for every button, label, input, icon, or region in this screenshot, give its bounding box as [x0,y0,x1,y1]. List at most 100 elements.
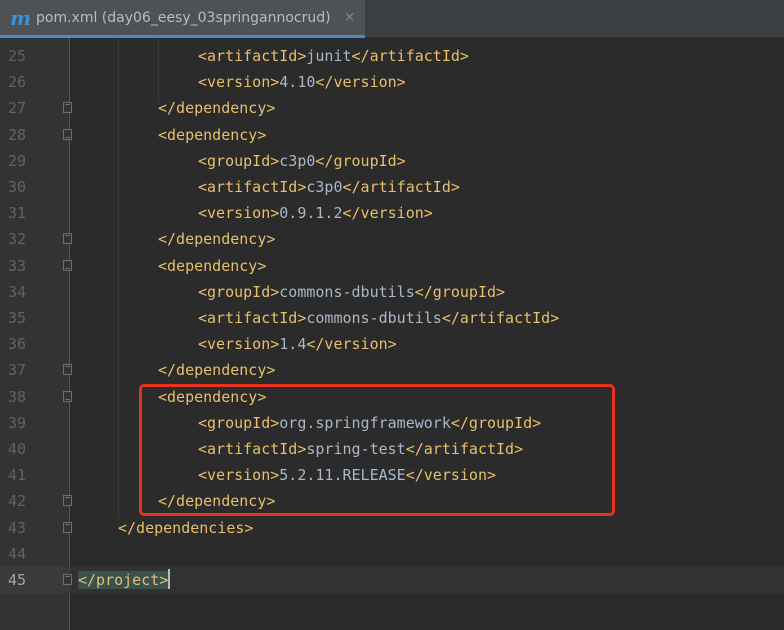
xml-value: commons-dbutils [306,309,442,327]
xml-tag: </artifactId> [351,47,469,65]
line-number: 45 [7,571,26,589]
fold-marker-icon[interactable] [63,128,72,140]
fold-marker-icon[interactable] [63,521,72,533]
line-number: 30 [7,178,26,196]
xml-tag: </artifactId> [441,309,560,327]
code-text: <artifactId>commons-dbutils</artifactId> [198,305,559,331]
code-line: 43 </dependencies> [0,515,784,541]
code-text: <version>1.4</version> [198,331,397,357]
code-line: 37 </dependency> [0,357,784,383]
line-number: 26 [7,73,26,92]
fold-marker-icon[interactable] [63,495,72,507]
line-number: 40 [7,440,26,458]
fold-marker-icon[interactable] [63,259,72,271]
xml-tag: </groupId> [414,282,506,301]
code-line: 30 <artifactId>c3p0</artifactId> [0,174,784,200]
xml-tag: </dependency> [158,361,276,380]
line-number: 35 [7,309,26,327]
xml-value: c3p0 [306,178,343,196]
xml-tag: </artifactId> [342,178,460,196]
code-text: <artifactId>c3p0</artifactId> [198,174,460,200]
code-text: </project> [78,567,171,593]
xml-tag: </dependency> [158,230,276,249]
xml-tag: </project> [78,571,169,589]
line-number: 31 [7,204,26,223]
line-number: 44 [7,544,26,563]
code-line: 26 <version>4.10</version> [0,69,784,95]
xml-tag: <artifactId> [198,309,307,327]
xml-tag: <version> [198,204,280,223]
line-number: 42 [7,492,26,511]
tab-pom-xml[interactable]: m pom.xml (day06_eesy_03springannocrud) … [0,0,365,38]
code-line: 44 [0,541,784,567]
code-line: 31 <version>0.9.1.2</version> [0,200,784,226]
code-line: 33 <dependency> [0,253,784,279]
xml-tag: <artifactId> [198,178,307,196]
xml-value: 0.9.1.2 [279,204,343,223]
xml-tag: <dependency> [158,256,267,275]
editor-tab-bar: m pom.xml (day06_eesy_03springannocrud) … [0,0,784,38]
code-text: </dependencies> [118,515,253,541]
code-line: 27 </dependency> [0,95,784,121]
line-number: 41 [7,466,26,485]
code-line: 35 <artifactId>commons-dbutils</artifactI… [0,305,784,331]
xml-tag: </version> [342,204,433,223]
fold-marker-icon[interactable] [63,390,72,402]
xml-tag: </dependency> [158,99,276,118]
fold-marker-icon[interactable] [63,102,72,114]
line-number: 43 [7,518,26,537]
close-icon[interactable]: × [344,11,355,25]
code-line: 25 <artifactId>junit</artifactId> [0,43,784,69]
xml-tag: <artifactId> [198,47,307,65]
xml-value: c3p0 [279,151,316,170]
code-text: <dependency> [158,253,266,279]
maven-icon: m [10,5,32,30]
xml-tag: <groupId> [198,151,280,170]
code-text: <groupId>c3p0</groupId> [198,148,406,174]
code-text: <groupId>commons-dbutils</groupId> [198,279,505,305]
xml-value: 4.10 [279,73,316,92]
code-text: <version>0.9.1.2</version> [198,200,433,226]
xml-value: commons-dbutils [279,282,415,301]
line-number: 36 [7,335,26,354]
code-text: <version>4.10</version> [198,69,406,95]
code-editor[interactable]: 25 <artifactId>junit</artifactId> 26 <versi… [0,38,784,630]
annotation-highlight-box [139,384,615,516]
code-text: </dependency> [158,226,275,252]
xml-tag: <version> [198,335,280,354]
code-text: <artifactId>junit</artifactId> [198,43,469,69]
code-line: 34 <groupId>commons-dbutils</groupId> [0,279,784,305]
xml-tag: <version> [198,73,280,92]
code-text: </dependency> [158,357,275,383]
fold-marker-icon[interactable] [63,233,72,245]
tab-title: pom.xml (day06_eesy_03springannocrud) [36,9,331,26]
line-number: 34 [7,282,26,301]
line-number: 29 [7,151,26,170]
xml-tag: </version> [306,335,397,354]
xml-tag: <dependency> [158,125,267,144]
xml-value: 1.4 [279,335,307,354]
line-number: 39 [7,413,26,432]
xml-tag: </dependencies> [118,518,254,537]
line-number: 25 [7,47,26,65]
code-line: 36 <version>1.4</version> [0,331,784,357]
line-number: 28 [7,125,26,144]
code-text: <dependency> [158,122,266,148]
line-number: 33 [7,256,26,275]
fold-marker-icon[interactable] [63,364,72,376]
code-line: 28 <dependency> [0,122,784,148]
fold-marker-icon[interactable] [63,574,72,585]
code-text: </dependency> [158,95,275,121]
line-number: 27 [7,99,26,118]
xml-value: junit [306,47,352,65]
line-number: 38 [7,387,26,406]
xml-tag: </groupId> [315,151,406,170]
code-line: 29 <groupId>c3p0</groupId> [0,148,784,174]
code-line: 32 </dependency> [0,226,784,252]
xml-tag: <groupId> [198,282,280,301]
text-caret [168,569,171,589]
xml-tag: </version> [315,73,406,92]
line-number: 37 [7,361,26,380]
code-line: 45 </project> [0,567,784,593]
line-number: 32 [7,230,26,249]
